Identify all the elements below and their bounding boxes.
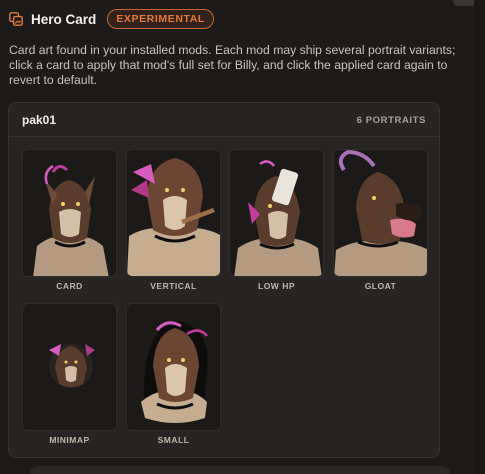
- portrait-label: SMALL: [157, 435, 190, 445]
- portrait-label: VERTICAL: [150, 281, 197, 291]
- portrait-label: MINIMAP: [49, 435, 90, 445]
- portrait-image: [23, 304, 116, 430]
- portrait-count: 6 PORTRAITS: [356, 115, 426, 126]
- image-swap-icon: [9, 12, 23, 26]
- portrait-image: [334, 150, 427, 276]
- experimental-badge: EXPERIMENTAL: [107, 9, 214, 29]
- portrait-card-card[interactable]: [22, 149, 117, 277]
- portrait-image: [230, 150, 323, 276]
- portrait-card-gloat[interactable]: [333, 149, 428, 277]
- hero-card-settings: Hero Card EXPERIMENTAL Card art found in…: [0, 0, 485, 474]
- portrait-image: [23, 150, 116, 276]
- portrait-image: [127, 304, 220, 430]
- mod-name: pak01: [22, 113, 57, 127]
- section-header: Hero Card EXPERIMENTAL: [9, 9, 214, 29]
- portrait-card-vertical[interactable]: [126, 149, 221, 277]
- portrait-card-minimap[interactable]: [22, 303, 117, 431]
- description-text: Card art found in your installed mods. E…: [9, 43, 456, 87]
- portrait-label: CARD: [56, 281, 83, 291]
- next-panel-edge: [30, 466, 450, 474]
- portrait-card-low-hp[interactable]: [229, 149, 324, 277]
- page-title: Hero Card: [31, 11, 97, 27]
- portrait-label: GLOAT: [364, 281, 397, 291]
- portrait-card-small[interactable]: [126, 303, 221, 431]
- scrollbar-track[interactable]: [474, 0, 485, 474]
- mod-panel-header: pak01 6 PORTRAITS: [9, 103, 439, 137]
- portrait-label: LOW HP: [258, 281, 295, 291]
- mod-panel: pak01 6 PORTRAITS CARD VERTICAL LOW HP G…: [8, 102, 440, 458]
- portrait-image: [127, 150, 220, 276]
